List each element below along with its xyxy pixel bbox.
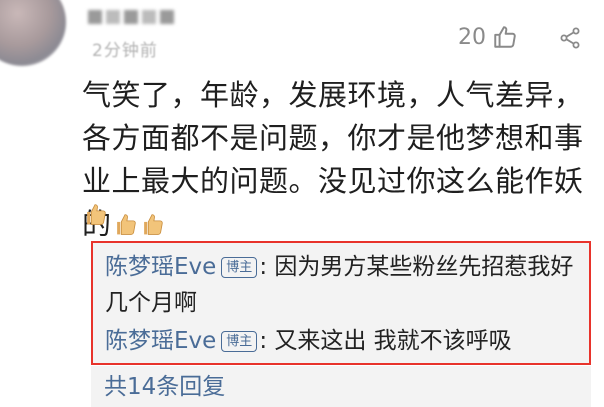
reply-username[interactable]: 陈梦瑶Eve [105, 254, 216, 280]
like-count: 20 [458, 24, 486, 50]
reply-item[interactable]: 陈梦瑶Eve 博主: 因为男方某些粉丝先招惹我好几个月啊 [105, 249, 579, 321]
more-replies-link[interactable]: 共14条回复 [104, 367, 225, 401]
comment-card: 2分钟前 20 气笑了，年龄，发展环境，人气差异，各方面都不是问题，你才是他梦想… [0, 0, 604, 407]
author-badge: 博主 [221, 331, 258, 352]
like-button[interactable]: 20 [458, 24, 518, 50]
reply-text: 又来这出 我就不该呼吸 [274, 328, 512, 354]
thumbs-up-emoji-icon [143, 214, 163, 235]
reply-username[interactable]: 陈梦瑶Eve [105, 328, 216, 354]
timestamp: 2分钟前 [92, 41, 158, 61]
share-button[interactable] [558, 26, 582, 54]
reply-separator: : [259, 328, 275, 354]
username-blurred[interactable] [88, 10, 178, 32]
thumbs-up-emoji-icon [116, 214, 136, 235]
comment-text-block: 气笑了，年龄，发展环境，人气差异，各方面都不是问题，你才是他梦想和事业上最大的问… [82, 74, 592, 246]
avatar[interactable] [0, 0, 66, 66]
reply-item[interactable]: 陈梦瑶Eve 博主: 又来这出 我就不该呼吸 [105, 323, 579, 359]
thumbs-up-emoji-icon [87, 204, 106, 225]
thumbs-up-outline-icon [494, 26, 516, 48]
share-icon [560, 27, 580, 49]
reply-list: 陈梦瑶Eve 博主: 因为男方某些粉丝先招惹我好几个月啊 陈梦瑶Eve 博主: 又来… [91, 241, 591, 365]
author-badge: 博主 [221, 257, 258, 278]
emoji-row [82, 200, 109, 228]
reply-separator: : [259, 254, 275, 280]
